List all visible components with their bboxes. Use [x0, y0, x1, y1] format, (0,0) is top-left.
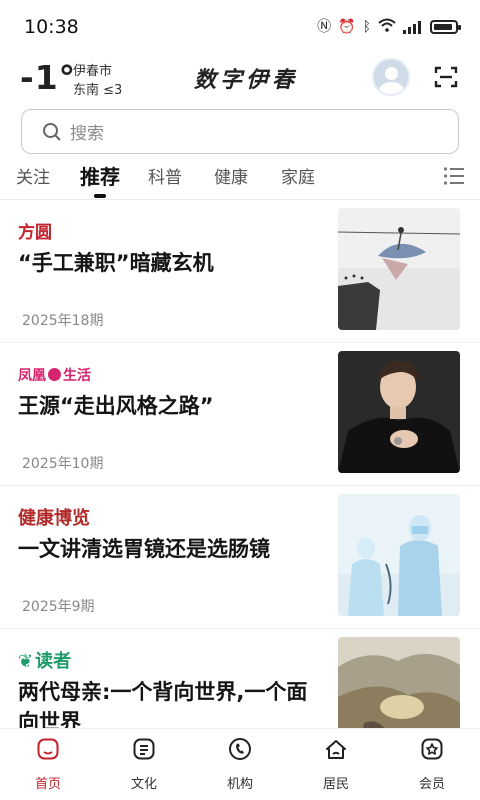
article-feed: 方圆 “手工兼职”暗藏玄机 2025年18期 凤凰 生活 王源“走出风格之路” 2… — [0, 200, 480, 728]
nav-label: 机构 — [226, 777, 253, 792]
status-time: 10:38 — [24, 16, 79, 38]
nav-label: 会员 — [418, 777, 445, 792]
tab-science[interactable]: 科普 — [148, 163, 182, 188]
article-title: 一文讲清选胃镜还是选肠镜 — [18, 537, 270, 561]
battery-level — [434, 23, 452, 30]
tab-family[interactable]: 家庭 — [281, 163, 315, 188]
article-title: 王源“走出风格之路” — [18, 394, 214, 418]
nav-member[interactable]: 会员 — [384, 729, 480, 800]
battery-icon — [430, 19, 461, 34]
article-title: “手工兼职”暗藏玄机 — [18, 251, 214, 275]
culture-icon — [133, 738, 155, 760]
alarm-icon: ⏰ — [338, 18, 356, 35]
member-icon — [421, 738, 443, 760]
avatar[interactable] — [372, 58, 410, 96]
nav-label: 首页 — [34, 777, 61, 792]
status-icons: Ⓝ ⏰ ᛒ — [317, 17, 461, 36]
article-card-3[interactable]: 健康博览 一文讲清选胃镜还是选肠镜 2025年9期 — [0, 486, 480, 629]
article-card-2[interactable]: 凤凰 生活 王源“走出风格之路” 2025年10期 — [0, 343, 480, 486]
leaf-icon: ❦ — [18, 651, 34, 672]
source-name: 凤凰 — [18, 368, 46, 384]
tab-follow[interactable]: 关注 — [16, 163, 50, 188]
source-label: ❦ 读者 — [18, 647, 71, 673]
nav-resident[interactable]: 居民 — [288, 729, 384, 800]
wifi-icon — [378, 17, 396, 36]
city-name: 伊春市 — [73, 64, 113, 79]
wind-info: 东南 ≤3 — [73, 83, 123, 98]
institution-icon — [229, 738, 251, 760]
nav-home[interactable]: 首页 — [0, 729, 96, 800]
source-label: 健康博览 — [18, 508, 90, 529]
channel-list-icon[interactable] — [443, 166, 465, 186]
app-title: 数字伊春 — [194, 67, 299, 93]
search-input[interactable]: 搜索 — [21, 109, 459, 154]
issue-date: 2025年10期 — [22, 456, 104, 472]
nav-culture[interactable]: 文化 — [96, 729, 192, 800]
source-name: 读者 — [35, 651, 72, 672]
resident-icon — [326, 740, 346, 759]
article-thumbnail — [338, 351, 460, 473]
scan-icon[interactable] — [434, 66, 458, 88]
article-card-1[interactable]: 方圆 “手工兼职”暗藏玄机 2025年18期 — [0, 200, 480, 343]
signal-icon — [403, 20, 421, 34]
article-thumbnail — [338, 494, 460, 616]
source-label: 凤凰 生活 — [18, 365, 91, 385]
nav-label: 文化 — [130, 777, 157, 792]
bottom-nav: 首页 文化 机构 居民 会员 — [0, 728, 480, 800]
temperature: -1° — [20, 58, 77, 97]
nav-label: 居民 — [322, 777, 349, 792]
avatar-head — [385, 67, 398, 80]
source-suffix: 生活 — [63, 368, 91, 384]
source-label: 方圆 — [18, 223, 52, 243]
tab-recommend[interactable]: 推荐 — [80, 161, 120, 190]
home-icon — [37, 738, 59, 760]
nfc-icon: Ⓝ — [317, 18, 332, 35]
status-bar: 10:38 Ⓝ ⏰ ᛒ — [0, 0, 480, 52]
issue-date: 2025年9期 — [22, 599, 95, 615]
tab-health[interactable]: 健康 — [214, 163, 248, 188]
issue-date: 2025年18期 — [22, 313, 104, 329]
article-thumbnail — [338, 637, 460, 728]
article-title: 两代母亲:一个背向世界,一个面向世界 — [18, 680, 308, 728]
bluetooth-icon: ᛒ — [362, 18, 371, 35]
search-placeholder: 搜索 — [70, 124, 104, 144]
search-icon — [43, 122, 61, 141]
active-tab-indicator — [94, 194, 106, 198]
avatar-body — [379, 82, 404, 94]
category-tabs: 关注 推荐 科普 健康 家庭 — [0, 160, 480, 200]
article-thumbnail — [338, 208, 460, 330]
article-card-4[interactable]: ❦ 读者 两代母亲:一个背向世界,一个面向世界 — [0, 629, 480, 728]
swirl-icon — [48, 368, 61, 381]
nav-institution[interactable]: 机构 — [192, 729, 288, 800]
